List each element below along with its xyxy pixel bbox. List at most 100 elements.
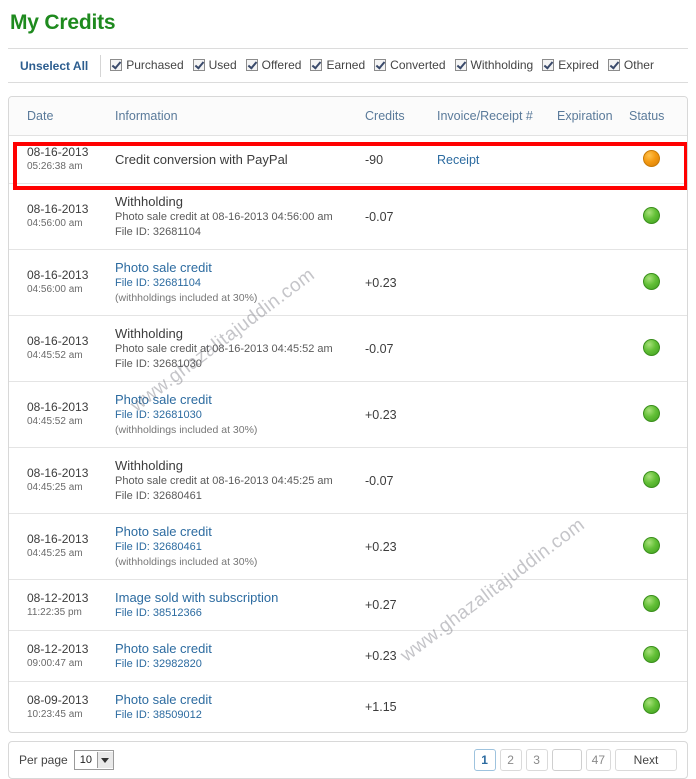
checkbox-icon[interactable] xyxy=(374,58,387,71)
cell-expiration xyxy=(557,579,629,631)
info-file-id-link[interactable]: File ID: 32681030 xyxy=(115,408,365,423)
checkbox-icon[interactable] xyxy=(110,58,123,71)
credit-value: -0.07 xyxy=(365,473,394,488)
cell-credits: -0.07 xyxy=(365,315,437,382)
table-row[interactable]: 08-16-2013 04:45:52 am Withholding Photo sa… xyxy=(9,315,687,382)
row-time: 09:00:47 am xyxy=(27,657,83,669)
page-button-3[interactable]: 3 xyxy=(525,749,548,771)
table-row[interactable]: 08-12-2013 09:00:47 am Photo sale credit Fi… xyxy=(9,630,687,682)
filter-converted[interactable]: Converted xyxy=(374,57,446,72)
table-row[interactable]: 08-12-2013 11:22:35 pm Image sold with sub… xyxy=(9,579,687,631)
cell-date: 08-12-2013 11:22:35 pm xyxy=(9,579,115,631)
credit-value: +0.23 xyxy=(365,539,397,554)
info-title-link[interactable]: Image sold with subscription xyxy=(115,589,365,606)
page-button-last[interactable]: 47 xyxy=(585,749,611,771)
info-file-id-link[interactable]: File ID: 32681104 xyxy=(115,276,365,291)
status-green-icon xyxy=(643,272,660,290)
filter-withholding[interactable]: Withholding xyxy=(454,58,533,72)
checkbox-icon[interactable] xyxy=(192,58,205,71)
cell-credits: +0.23 xyxy=(365,381,437,448)
filter-expired[interactable]: Expired xyxy=(542,58,599,72)
page-button-1[interactable]: 1 xyxy=(473,749,496,771)
per-page-label: Per page xyxy=(19,753,68,767)
pagination-footer: Per page 10 1 2 3 47 Next xyxy=(8,741,688,779)
status-green-icon xyxy=(643,697,660,714)
filter-divider xyxy=(100,54,102,77)
page-input[interactable] xyxy=(551,749,582,771)
filter-earned[interactable]: Earned xyxy=(310,58,365,72)
table-row[interactable]: 08-16-2013 04:45:52 am Photo sale credit Fi… xyxy=(9,381,687,448)
checkbox-icon[interactable] xyxy=(245,58,258,71)
info-title-link[interactable]: Photo sale credit xyxy=(115,391,365,408)
cell-information: Image sold with subscription File ID: 385… xyxy=(115,579,365,631)
filter-used[interactable]: Used xyxy=(192,58,237,72)
column-header-information[interactable]: Information xyxy=(115,97,365,136)
filter-label: Expired xyxy=(558,57,599,72)
info-title-link[interactable]: Photo sale credit xyxy=(115,259,365,276)
cell-information: Withholding Photo sale credit at 08-16-20… xyxy=(115,447,365,514)
column-header-invoice[interactable]: Invoice/Receipt # xyxy=(437,97,557,136)
filter-offered[interactable]: Offered xyxy=(245,58,301,72)
per-page-select[interactable]: 10 xyxy=(73,750,114,770)
cell-invoice xyxy=(437,381,557,448)
per-page-value: 10 xyxy=(79,754,92,766)
credit-value: +0.23 xyxy=(365,649,397,663)
row-date: 08-12-2013 xyxy=(27,590,89,605)
info-file-id-link[interactable]: File ID: 38512366 xyxy=(115,606,365,621)
info-subtitle: Photo sale credit at 08-16-2013 04:45:25… xyxy=(115,475,333,487)
page-button-2[interactable]: 2 xyxy=(499,749,522,771)
cell-status xyxy=(629,447,687,514)
per-page-control: Per page 10 xyxy=(19,750,114,770)
cell-status xyxy=(629,682,687,733)
info-title-link[interactable]: Photo sale credit xyxy=(115,691,365,708)
column-header-date[interactable]: Date xyxy=(9,97,115,136)
credit-value: +0.23 xyxy=(365,407,397,422)
info-title-link[interactable]: Photo sale credit xyxy=(115,640,365,657)
table-row[interactable]: 08-16-2013 04:56:00 am Withholding Photo sa… xyxy=(9,183,687,250)
row-date: 08-16-2013 xyxy=(27,202,89,216)
status-green-icon xyxy=(643,536,660,554)
credit-value: +1.15 xyxy=(365,700,397,714)
filter-label: Converted xyxy=(390,57,446,72)
cell-invoice xyxy=(437,513,557,580)
info-file-id-link[interactable]: File ID: 32982820 xyxy=(115,657,365,672)
checkbox-icon[interactable] xyxy=(607,58,620,71)
cell-expiration xyxy=(557,682,629,733)
cell-status xyxy=(629,135,687,184)
table-row[interactable]: 08-16-2013 04:45:25 am Photo sale credit Fi… xyxy=(9,513,687,580)
unselect-all-link[interactable]: Unselect All xyxy=(8,59,100,73)
column-header-credits[interactable]: Credits xyxy=(365,97,437,136)
cell-information: Photo sale credit File ID: 32681030 (withh… xyxy=(115,381,365,448)
cell-invoice: Receipt xyxy=(437,135,557,184)
checkbox-icon[interactable] xyxy=(310,58,323,71)
table-row[interactable]: 08-16-2013 04:56:00 am Photo sale credit Fi… xyxy=(9,249,687,316)
table-row[interactable]: 08-09-2013 10:23:45 am Photo sale credit Fi… xyxy=(9,682,687,733)
credits-table: Date Information Credits Invoice/Receipt… xyxy=(9,97,687,733)
cell-invoice xyxy=(437,447,557,514)
credit-value: +0.23 xyxy=(365,275,397,290)
checkbox-icon[interactable] xyxy=(542,58,555,71)
filter-label: Purchased xyxy=(126,57,184,72)
row-time: 05:26:38 am xyxy=(27,161,83,172)
credits-table-body: 08-16-2013 05:26:38 am Credit conversion w… xyxy=(9,135,687,733)
checkbox-icon[interactable] xyxy=(454,58,467,71)
cell-expiration xyxy=(557,381,629,448)
cell-invoice xyxy=(437,183,557,250)
row-time: 11:22:35 pm xyxy=(27,606,82,618)
receipt-link[interactable]: Receipt xyxy=(437,153,479,167)
info-title-link[interactable]: Photo sale credit xyxy=(115,523,365,540)
row-date: 08-16-2013 xyxy=(27,532,89,546)
info-file-id-link[interactable]: File ID: 32680461 xyxy=(115,540,365,555)
filter-purchased[interactable]: Purchased xyxy=(110,57,184,72)
column-header-expiration[interactable]: Expiration xyxy=(557,97,629,136)
info-file-id-link[interactable]: File ID: 38509012 xyxy=(115,708,365,723)
table-row[interactable]: 08-16-2013 04:45:25 am Withholding Photo sa… xyxy=(9,447,687,514)
cell-date: 08-12-2013 09:00:47 am xyxy=(9,630,115,682)
table-row[interactable]: 08-16-2013 05:26:38 am Credit conversion w… xyxy=(9,135,687,184)
info-file-id: File ID: 32681104 xyxy=(115,226,202,238)
cell-credits: +0.23 xyxy=(365,249,437,316)
filter-other[interactable]: Other xyxy=(607,58,654,72)
column-header-status[interactable]: Status xyxy=(629,97,687,136)
next-page-button[interactable]: Next xyxy=(615,749,677,771)
cell-invoice xyxy=(437,315,557,382)
